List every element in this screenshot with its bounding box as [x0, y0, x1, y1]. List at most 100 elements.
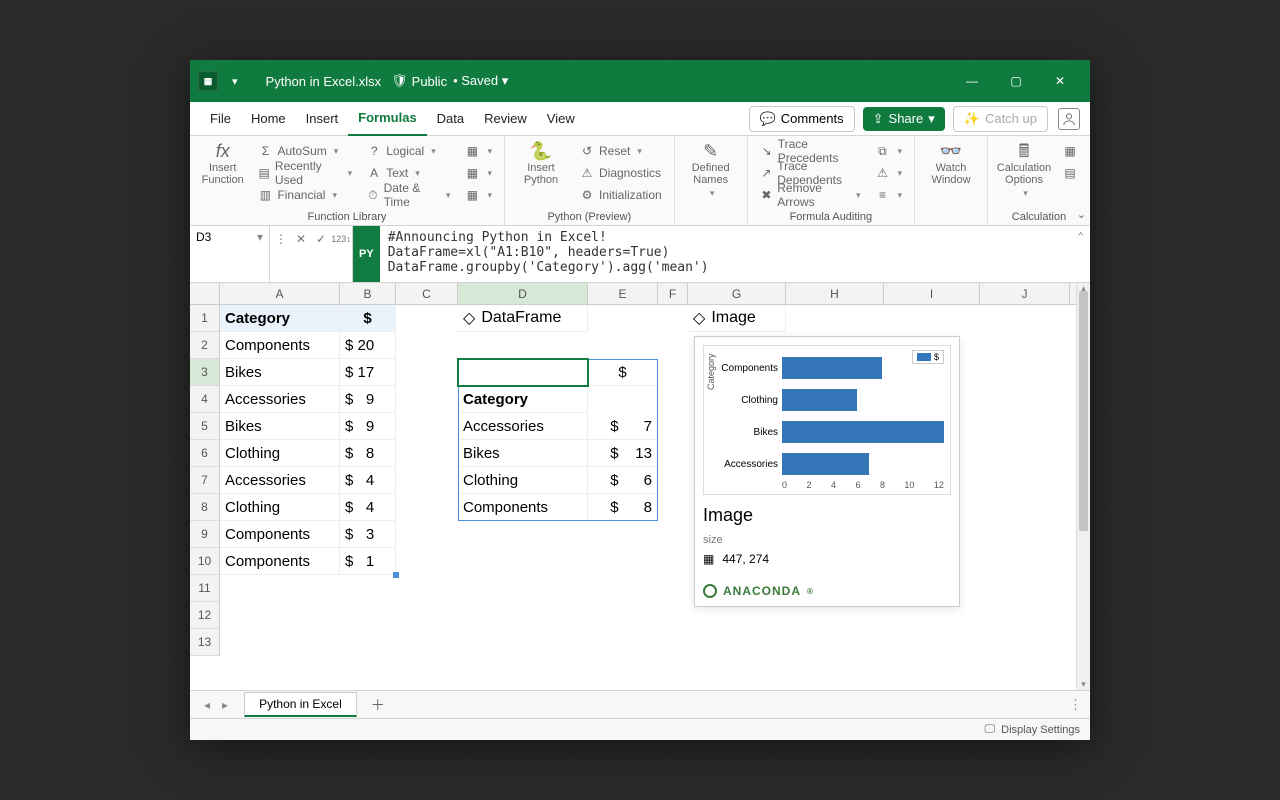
- cell-B9[interactable]: $ 3: [340, 521, 396, 548]
- row-header-6[interactable]: 6: [190, 440, 220, 467]
- cell-A1[interactable]: Category: [220, 305, 340, 332]
- cell-E3[interactable]: $: [588, 359, 658, 386]
- evaluate-button[interactable]: ≡: [870, 184, 906, 206]
- saved-state[interactable]: • Saved ▾: [453, 73, 508, 89]
- insert-python-button[interactable]: 🐍Insert Python: [513, 140, 569, 188]
- display-settings-icon[interactable]: 🖵: [985, 723, 996, 736]
- logical-button[interactable]: ?Logical: [362, 140, 454, 162]
- tab-insert[interactable]: Insert: [296, 102, 349, 136]
- cell-A3[interactable]: Bikes: [220, 359, 340, 386]
- row-header-7[interactable]: 7: [190, 467, 220, 494]
- reset-button[interactable]: ↺Reset: [575, 140, 666, 162]
- fb-cancel-icon[interactable]: ✕: [292, 230, 310, 248]
- tab-review[interactable]: Review: [474, 102, 537, 136]
- minimize-button[interactable]: —: [950, 60, 994, 102]
- row-header-2[interactable]: 2: [190, 332, 220, 359]
- cell-A2[interactable]: Components: [220, 332, 340, 359]
- account-avatar[interactable]: [1058, 108, 1080, 130]
- display-settings-label[interactable]: Display Settings: [1001, 724, 1080, 736]
- cell-B10[interactable]: $ 1: [340, 548, 396, 575]
- privacy-badge[interactable]: 🛡 Public: [391, 73, 447, 89]
- expand-formula-icon[interactable]: ⌃: [1077, 230, 1084, 243]
- filename[interactable]: Python in Excel.xlsx: [266, 74, 382, 89]
- cell-G1[interactable]: ◇Image: [688, 305, 786, 332]
- datetime-button[interactable]: ⏱Date & Time: [362, 184, 454, 206]
- cell-B2[interactable]: $ 20: [340, 332, 396, 359]
- col-header-F[interactable]: F: [658, 283, 688, 304]
- cell-A4[interactable]: Accessories: [220, 386, 340, 413]
- diagnostics-button[interactable]: ⚠Diagnostics: [575, 162, 666, 184]
- fb-more-icon[interactable]: ⋮: [272, 230, 290, 248]
- col-header-C[interactable]: C: [396, 283, 458, 304]
- catchup-button[interactable]: ✨ Catch up: [953, 106, 1048, 132]
- sheet-nav-prev[interactable]: ◂: [198, 698, 216, 712]
- vertical-scrollbar[interactable]: ▴ ▾: [1076, 283, 1090, 690]
- select-all-corner[interactable]: [190, 283, 220, 304]
- row-header-4[interactable]: 4: [190, 386, 220, 413]
- comments-button[interactable]: 💬 Comments: [749, 106, 855, 132]
- calc-now-button[interactable]: ▦: [1058, 140, 1082, 162]
- row-header-11[interactable]: 11: [190, 575, 220, 602]
- scroll-thumb[interactable]: [1079, 291, 1088, 531]
- cell-B6[interactable]: $ 8: [340, 440, 396, 467]
- cell-B7[interactable]: $ 4: [340, 467, 396, 494]
- close-button[interactable]: ✕: [1038, 60, 1082, 102]
- autosave-dropdown[interactable]: ▾: [232, 75, 238, 88]
- row-header-10[interactable]: 10: [190, 548, 220, 575]
- col-header-D[interactable]: D: [458, 283, 588, 304]
- cell-B5[interactable]: $ 9: [340, 413, 396, 440]
- sheet-nav-next[interactable]: ▸: [216, 698, 234, 712]
- add-sheet-button[interactable]: ＋: [371, 695, 385, 715]
- cell-E7[interactable]: $ 6: [588, 467, 658, 494]
- tab-file[interactable]: File: [200, 102, 241, 136]
- col-header-A[interactable]: A: [220, 283, 340, 304]
- cell-E6[interactable]: $ 13: [588, 440, 658, 467]
- row-header-5[interactable]: 5: [190, 413, 220, 440]
- row-header-3[interactable]: 3: [190, 359, 220, 386]
- col-header-B[interactable]: B: [340, 283, 396, 304]
- tab-data[interactable]: Data: [427, 102, 474, 136]
- sheet-more-icon[interactable]: ⋮: [1069, 697, 1082, 713]
- fb-enter-icon[interactable]: ✓: [312, 230, 330, 248]
- cell-A7[interactable]: Accessories: [220, 467, 340, 494]
- row-header-1[interactable]: 1: [190, 305, 220, 332]
- scroll-down-icon[interactable]: ▾: [1077, 679, 1090, 690]
- cell-D3[interactable]: [458, 359, 588, 386]
- row-header-9[interactable]: 9: [190, 521, 220, 548]
- cell-A9[interactable]: Components: [220, 521, 340, 548]
- col-header-I[interactable]: I: [884, 283, 980, 304]
- col-header-E[interactable]: E: [588, 283, 658, 304]
- cell-B3[interactable]: $ 17: [340, 359, 396, 386]
- image-preview-card[interactable]: CategoryComponentsClothingBikesAccessori…: [694, 336, 960, 607]
- col-header-J[interactable]: J: [980, 283, 1070, 304]
- cell-B1[interactable]: $: [340, 305, 396, 332]
- more-lib1-button[interactable]: ▦: [460, 140, 496, 162]
- cell-A6[interactable]: Clothing: [220, 440, 340, 467]
- cell-B8[interactable]: $ 4: [340, 494, 396, 521]
- maximize-button[interactable]: ▢: [994, 60, 1038, 102]
- cell-A8[interactable]: Clothing: [220, 494, 340, 521]
- initialization-button[interactable]: ⚙Initialization: [575, 184, 666, 206]
- cell-B4[interactable]: $ 9: [340, 386, 396, 413]
- recently-used-button[interactable]: ▤Recently Used: [253, 162, 356, 184]
- defined-names-button[interactable]: ✎Defined Names: [683, 140, 739, 201]
- more-lib3-button[interactable]: ▦: [460, 184, 496, 206]
- tab-formulas[interactable]: Formulas: [348, 102, 427, 136]
- cell-D7[interactable]: Clothing: [458, 467, 588, 494]
- financial-button[interactable]: ▥Financial: [253, 184, 356, 206]
- grid[interactable]: ABCDEFGHIJ 12345678910111213 Category$Co…: [190, 283, 1090, 690]
- row-header-13[interactable]: 13: [190, 629, 220, 656]
- watch-window-button[interactable]: 👓Watch Window: [923, 140, 979, 188]
- cell-D6[interactable]: Bikes: [458, 440, 588, 467]
- fb-type-icon[interactable]: 123↕: [332, 230, 350, 248]
- name-box[interactable]: D3▾: [190, 226, 270, 282]
- sheet-tab-active[interactable]: Python in Excel: [244, 692, 357, 717]
- cell-A10[interactable]: Components: [220, 548, 340, 575]
- calc-options-button[interactable]: 🖩Calculation Options: [996, 140, 1052, 201]
- cell-D5[interactable]: Accessories: [458, 413, 588, 440]
- collapse-ribbon-icon[interactable]: ⌄: [1077, 208, 1086, 221]
- cell-E5[interactable]: $ 7: [588, 413, 658, 440]
- row-header-12[interactable]: 12: [190, 602, 220, 629]
- error-check-button[interactable]: ⚠: [870, 162, 906, 184]
- formula-code[interactable]: #Announcing Python in Excel! DataFrame=x…: [380, 226, 1090, 282]
